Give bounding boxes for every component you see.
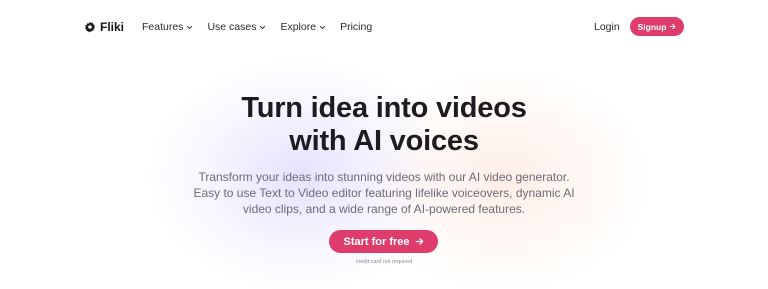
gear-logo-icon [85,21,95,33]
nav-links: Features Use cases Explore Pricing [142,19,372,35]
signup-button[interactable]: Signup [630,17,684,36]
nav-item-features[interactable]: Features [142,21,193,33]
nav-item-label: Pricing [340,21,373,33]
top-navigation: Fliki Features Use cases Explore Pricing… [0,0,768,54]
brand-name: Fliki [100,20,125,34]
login-link[interactable]: Login [594,19,620,35]
nav-item-label: Explore [280,21,317,33]
brand-logo[interactable]: Fliki [84,19,124,35]
hero-subtitle: Transform your ideas into stunning video… [193,170,575,216]
signup-label: Signup [637,21,667,32]
nav-item-explore[interactable]: Explore [280,21,326,33]
hero-title: Turn idea into videos with AI voices [0,92,768,158]
credit-card-note: credit card not required [355,259,413,265]
nav-item-label: Features [142,21,184,33]
chevron-down-icon [187,25,193,29]
hero-title-line-1: Turn idea into videos [241,92,527,124]
chevron-down-icon [319,25,326,29]
start-for-free-button[interactable]: Start for free [329,230,438,253]
nav-item-use-cases[interactable]: Use cases [207,21,266,33]
hero-title-line-2: with AI voices [289,125,479,157]
cta-label: Start for free [343,235,410,248]
login-label: Login [594,21,620,33]
arrow-right-icon [415,238,423,245]
nav-item-label: Use cases [207,21,257,33]
chevron-down-icon [260,25,266,29]
nav-item-pricing[interactable]: Pricing [340,21,372,33]
arrow-right-icon [669,23,676,30]
